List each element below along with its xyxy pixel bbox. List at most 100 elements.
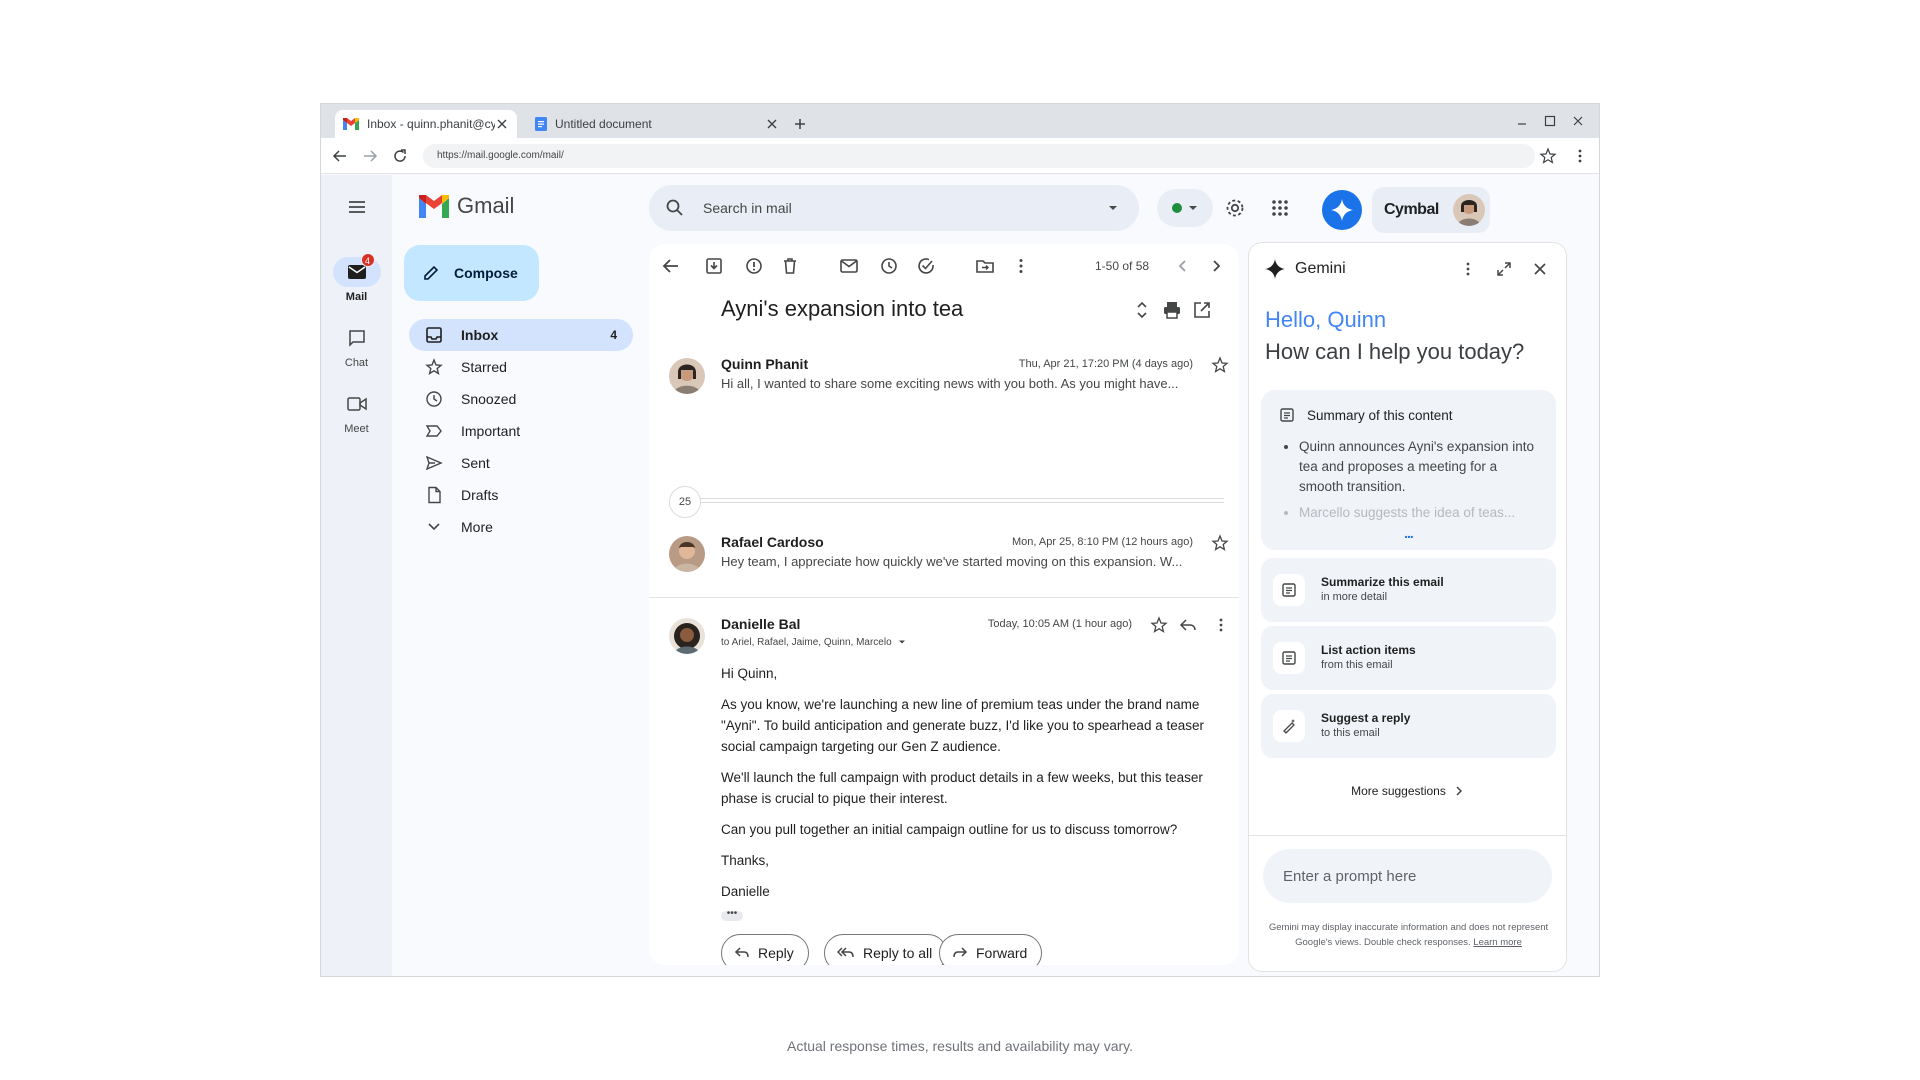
close-icon[interactable] bbox=[765, 117, 779, 131]
sender-name: Quinn Phanit bbox=[721, 356, 809, 372]
print-icon[interactable] bbox=[1162, 300, 1182, 320]
nav-item-sent[interactable]: Sent bbox=[409, 447, 633, 479]
gmail-logo[interactable]: Gmail bbox=[419, 193, 514, 219]
add-task-icon[interactable] bbox=[916, 256, 936, 276]
account-switcher[interactable]: Cymbal bbox=[1372, 187, 1490, 233]
greeting: Hello, Quinn bbox=[1265, 307, 1387, 332]
open-new-window-icon[interactable] bbox=[1192, 300, 1212, 320]
collapsed-count: 25 bbox=[669, 486, 701, 518]
reload-icon[interactable] bbox=[391, 147, 409, 165]
gemini-sparkle-button[interactable] bbox=[1322, 190, 1362, 230]
unread-badge: 4 bbox=[360, 253, 375, 267]
browser-menu-icon[interactable] bbox=[1571, 147, 1589, 165]
move-to-icon[interactable] bbox=[975, 256, 995, 276]
delete-trash-icon[interactable] bbox=[780, 256, 800, 276]
divider bbox=[649, 597, 1239, 598]
summary-bullet: Quinn announces Ayni's expansion into te… bbox=[1299, 437, 1539, 497]
email-body: Hi Quinn, As you know, we're launching a… bbox=[721, 663, 1221, 912]
nav-item-starred[interactable]: Starred bbox=[409, 351, 633, 383]
inbox-icon bbox=[426, 327, 442, 343]
search-bar[interactable]: Search in mail bbox=[649, 185, 1139, 231]
summary-card[interactable]: Summary of this content Quinn announces … bbox=[1261, 390, 1556, 550]
unread-count: 4 bbox=[610, 328, 617, 342]
reply-all-button[interactable]: Reply to all bbox=[824, 934, 948, 965]
forward-icon bbox=[953, 947, 968, 958]
body-paragraph: As you know, we're launching a new line … bbox=[721, 697, 1204, 754]
nav-item-snoozed[interactable]: Snoozed bbox=[409, 383, 633, 415]
newer-chevron-icon[interactable] bbox=[1173, 256, 1193, 276]
recipients-line[interactable]: to Ariel, Rafael, Jaime, Quinn, Marcelo bbox=[721, 637, 906, 648]
compose-label: Compose bbox=[454, 265, 518, 281]
close-icon[interactable] bbox=[495, 117, 509, 131]
more-vert-icon[interactable] bbox=[1011, 256, 1031, 276]
more-vert-icon[interactable] bbox=[1212, 616, 1230, 634]
new-tab-icon[interactable] bbox=[791, 115, 809, 133]
nav-item-drafts[interactable]: Drafts bbox=[409, 479, 633, 511]
panel-title: Gemini bbox=[1295, 260, 1346, 277]
message-time: Today, 10:05 AM (1 hour ago) bbox=[987, 618, 1132, 630]
video-icon bbox=[333, 389, 381, 419]
expand-all-icon[interactable] bbox=[1132, 300, 1152, 320]
nav-label: Inbox bbox=[461, 327, 499, 343]
star-icon[interactable] bbox=[1211, 356, 1229, 374]
collapsed-messages[interactable]: 25 bbox=[669, 486, 1224, 518]
minimize-icon[interactable] bbox=[1515, 114, 1529, 128]
reply-icon[interactable] bbox=[1179, 616, 1197, 634]
snooze-clock-icon[interactable] bbox=[879, 256, 899, 276]
draft-icon bbox=[428, 486, 441, 504]
report-spam-icon[interactable] bbox=[744, 256, 764, 276]
nav-label: Starred bbox=[461, 359, 507, 375]
compose-button[interactable]: Compose bbox=[404, 245, 539, 301]
star-icon[interactable] bbox=[1150, 616, 1168, 634]
archive-icon[interactable] bbox=[704, 256, 724, 276]
pencil-icon bbox=[424, 265, 439, 280]
more-vert-icon[interactable] bbox=[1459, 260, 1477, 278]
star-icon[interactable] bbox=[1211, 534, 1229, 552]
close-icon[interactable] bbox=[1531, 260, 1549, 278]
suggestion-reply[interactable]: Suggest a reply to this email bbox=[1261, 694, 1556, 758]
nav-item-inbox[interactable]: Inbox 4 bbox=[409, 319, 633, 351]
nav-item-important[interactable]: Important bbox=[409, 415, 633, 447]
learn-more-link[interactable]: Learn more bbox=[1473, 937, 1522, 948]
suggestion-summarize[interactable]: Summarize this email in more detail bbox=[1261, 558, 1556, 622]
back-arrow-icon[interactable] bbox=[331, 147, 349, 165]
summary-header: Summary of this content bbox=[1279, 407, 1453, 423]
logo-text: Gmail bbox=[457, 193, 515, 218]
forward-arrow-icon[interactable] bbox=[361, 147, 379, 165]
suggestion-subtitle: to this email bbox=[1321, 727, 1380, 739]
tab-document[interactable]: Untitled document bbox=[527, 110, 787, 138]
rail-item-chat[interactable]: Chat bbox=[321, 323, 392, 369]
settings-gear-icon[interactable] bbox=[1224, 197, 1246, 219]
mark-unread-icon[interactable] bbox=[839, 256, 859, 276]
bookmark-star-icon[interactable] bbox=[1539, 147, 1557, 165]
avatar bbox=[669, 358, 705, 394]
summary-bullet: Marcello suggests the idea of teas... bbox=[1299, 503, 1539, 523]
nav-label: Sent bbox=[461, 455, 490, 471]
rail-item-mail[interactable]: 4 Mail bbox=[321, 253, 392, 303]
reply-all-label: Reply to all bbox=[863, 945, 933, 961]
rail-item-meet[interactable]: Meet bbox=[321, 389, 392, 435]
reply-button[interactable]: Reply bbox=[721, 934, 809, 965]
summary-title: Summary of this content bbox=[1307, 407, 1453, 423]
expand-icon[interactable] bbox=[1495, 260, 1513, 278]
back-arrow-icon[interactable] bbox=[661, 256, 681, 276]
suggestion-action-items[interactable]: List action items from this email bbox=[1261, 626, 1556, 690]
url-bar[interactable]: https://mail.google.com/mail/ bbox=[423, 144, 1535, 168]
summary-expand-button[interactable]: ... bbox=[1261, 525, 1556, 541]
show-trimmed-content-button[interactable]: ••• bbox=[721, 909, 743, 921]
forward-button[interactable]: Forward bbox=[939, 934, 1043, 965]
older-chevron-icon[interactable] bbox=[1206, 256, 1226, 276]
prompt-input[interactable] bbox=[1263, 849, 1552, 903]
apps-grid-icon[interactable] bbox=[1269, 197, 1291, 219]
window-close-icon[interactable] bbox=[1571, 114, 1585, 128]
search-options-icon[interactable] bbox=[1103, 198, 1123, 218]
nav-item-more[interactable]: More bbox=[409, 511, 633, 543]
suggestion-subtitle: in more detail bbox=[1321, 591, 1388, 603]
search-input[interactable]: Search in mail bbox=[703, 200, 1103, 216]
hamburger-menu-icon[interactable] bbox=[347, 197, 367, 217]
maximize-icon[interactable] bbox=[1543, 114, 1557, 128]
tab-inbox[interactable]: Inbox - quinn.phanit@cymbal bbox=[335, 110, 517, 138]
more-suggestions-button[interactable]: More suggestions bbox=[1249, 784, 1566, 798]
forward-label: Forward bbox=[976, 945, 1028, 961]
status-button[interactable] bbox=[1157, 189, 1213, 227]
